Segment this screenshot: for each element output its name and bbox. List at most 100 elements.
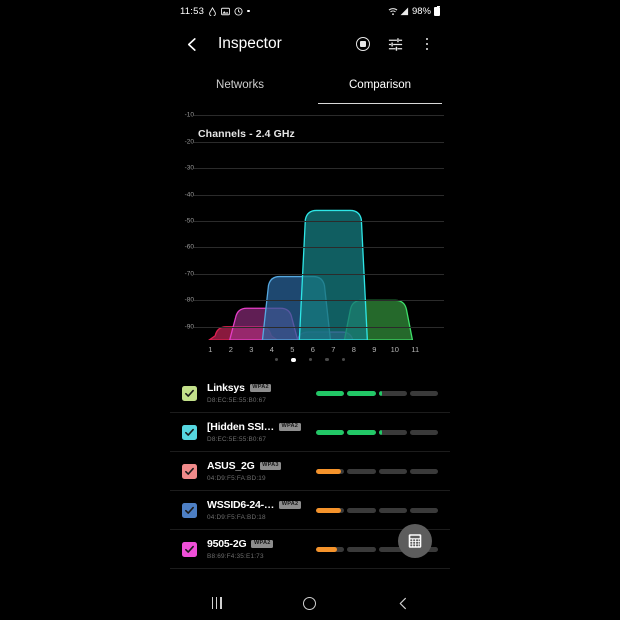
x-tick-label: 8 [351,344,356,354]
network-mac-address: D8:EC:5E:55:B0:67 [207,435,267,443]
page-dot[interactable] [275,358,279,362]
network-ssid: ASUS_2G [207,460,255,473]
signal-segment [347,390,376,396]
android-nav-bar [170,586,450,620]
drop-icon [208,6,217,16]
y-tick-label: -50 [184,217,194,225]
signal-segment [378,507,407,513]
network-title-line: [Hidden SSI… WPA2 [207,421,311,433]
network-checkbox[interactable] [182,424,197,440]
battery-percent: 98% [411,5,431,17]
back-icon[interactable] [383,592,423,614]
back-arrow-icon[interactable] [182,34,202,54]
chart-x-axis: 1 2 3 4 5 6 7 8 9 10 11 [194,342,444,356]
security-badge: WPA2 [249,384,272,393]
sliders-icon[interactable] [384,33,406,55]
security-badge: WPA3 [259,462,282,471]
network-checkbox[interactable] [182,385,197,401]
x-tick-label: 3 [249,344,254,354]
signal-segment [378,390,407,396]
y-tick-label: -40 [184,191,194,199]
signal-segment [316,429,345,435]
signal-strength-bar [316,468,438,474]
page-dot[interactable] [325,358,329,362]
signal-segment [409,468,438,474]
signal-segment [378,429,407,435]
tab-comparison[interactable]: Comparison [310,66,450,105]
signal-strength-bar [316,429,438,435]
security-badge: WPA2 [279,423,301,432]
network-info: WSSID6-24-… WPA2 04:D9:F5:FA:BD:18 [207,499,311,521]
page-title: Inspector [218,35,282,52]
tab-networks[interactable]: Networks [170,66,310,104]
signal-segment [409,429,438,435]
y-tick-label: -20 [184,138,194,146]
y-tick-label: -30 [184,164,194,172]
page-dot[interactable] [341,358,345,362]
grid-line [194,221,444,223]
page-dot[interactable] [308,358,313,362]
signal-strength-bar [316,390,438,396]
y-tick-label: -10 [184,111,194,119]
calculator-grid-icon[interactable] [398,524,432,558]
network-row[interactable]: Linksys WPA2 D8:EC:5E:55:B0:67 [170,374,450,413]
grid-line [194,168,444,170]
x-tick-label: 10 [390,344,399,354]
network-row[interactable]: ASUS_2G WPA3 04:D9:F5:FA:BD:19 [170,452,450,491]
x-tick-label: 7 [331,344,336,354]
network-mac-address: 04:D9:F5:FA:BD:18 [207,513,266,521]
grid-line [194,300,444,302]
chart-title: Channels - 2.4 GHz [198,128,295,140]
network-title-line: Linksys WPA2 [207,382,311,394]
network-row[interactable]: [Hidden SSI… WPA2 D8:EC:5E:55:B0:67 [170,413,450,452]
network-mac-address: D8:EC:5E:55:B0:67 [207,396,267,404]
x-tick-label: 5 [290,344,295,354]
recents-icon[interactable] [197,592,237,614]
network-ssid: 9505-2G [207,538,247,551]
signal-segment [316,390,345,396]
battery-icon [434,5,440,16]
channel-chart[interactable]: Channels - 2.4 GHz -10 -20 -30 -40 -50 -60 -70… [170,110,450,363]
record-button-icon[interactable] [352,33,374,55]
network-info: Linksys WPA2 D8:EC:5E:55:B0:67 [207,382,311,404]
signal-segment [316,546,345,552]
signal-segment [347,468,376,474]
grid-line [194,273,444,275]
network-checkbox[interactable] [182,502,197,518]
cell-signal-icon [400,7,409,16]
tab-bar: Networks Comparison [170,66,450,105]
chart-y-axis: -10 -20 -30 -40 -50 -60 -70 -80 -90 [172,110,196,340]
network-title-line: 9505-2G WPA2 [207,538,311,550]
status-dot-icon [247,9,250,13]
signal-segment [409,390,438,396]
chart-svg [194,110,444,340]
grid-line [194,115,444,117]
signal-curve [299,210,367,340]
x-tick-label: 4 [269,344,274,354]
y-tick-label: -90 [184,323,194,331]
signal-segment [409,507,438,513]
network-title-line: WSSID6-24-… WPA2 [207,499,311,511]
network-info: 9505-2G WPA2 B8:69:F4:35:E1:73 [207,538,311,560]
x-tick-label: 6 [310,344,315,354]
signal-strength-bar [316,507,438,513]
signal-segment [316,507,345,513]
grid-line [194,326,444,328]
kebab-menu-icon[interactable] [416,33,438,55]
signal-segment [347,546,376,552]
x-tick-label: 2 [228,344,233,354]
network-ssid: WSSID6-24-… [207,499,275,512]
network-title-line: ASUS_2G WPA3 [207,460,311,472]
grid-line [194,247,444,249]
photo-icon [221,7,230,16]
network-checkbox[interactable] [182,463,197,479]
network-info: ASUS_2G WPA3 04:D9:F5:FA:BD:19 [207,460,311,482]
page-indicator[interactable] [170,358,450,363]
status-time: 11:53 [180,5,205,17]
page-dot[interactable] [291,358,296,363]
signal-segment [316,468,345,474]
home-icon[interactable] [290,592,330,614]
network-checkbox[interactable] [182,541,197,557]
wifi-icon [388,7,398,16]
status-bar-left: 11:53 [180,6,250,17]
